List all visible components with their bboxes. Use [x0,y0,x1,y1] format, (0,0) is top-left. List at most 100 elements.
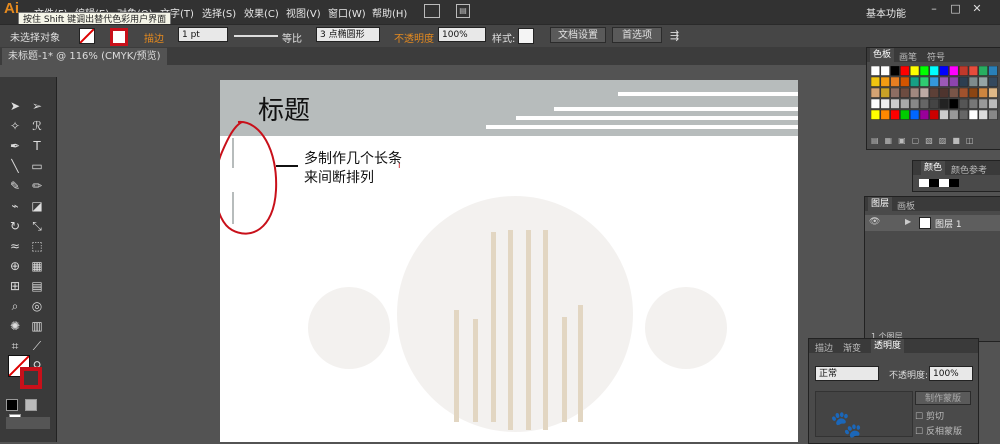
line-tool-icon[interactable]: ╲ [6,157,24,175]
layer-name[interactable]: 图层 1 [935,217,962,230]
scale-tool-icon[interactable]: ⤡ [28,217,46,235]
symbol-sprayer-icon[interactable]: ✺ [6,317,24,335]
right-circle [645,287,727,369]
tab-stroke[interactable]: 描边 [815,341,833,354]
close-button[interactable]: ✕ [968,2,986,18]
slice-tool-icon[interactable]: ⟋ [28,337,46,355]
color-swatch [939,87,949,98]
preferences-button[interactable]: 首选项 [612,27,662,43]
swatches-footer-icons[interactable]: ▤▦▣▢▧▨■◫ [871,136,997,146]
swatch-grid[interactable] [871,66,999,132]
bar [473,319,478,422]
arrange-icon[interactable]: ⇶ [670,29,679,42]
color-swatch [949,109,959,120]
none-fill-icon [80,29,94,43]
opacity-field[interactable]: 100% [438,27,486,42]
invert-mask-checkbox[interactable]: ☐ 反相蒙版 [915,424,962,437]
perspective-grid-icon[interactable]: ▦ [28,257,46,275]
fill-swatch[interactable] [79,28,95,44]
lasso-tool-icon[interactable]: ℛ [28,117,46,135]
eraser-tool-icon[interactable]: ◪ [28,197,46,215]
style-swatch[interactable] [518,28,534,44]
direct-selection-tool-icon[interactable]: ➢ [28,97,46,115]
menu-help[interactable]: 帮助(H) [372,5,407,20]
make-mask-button[interactable]: 制作蒙版 [915,391,971,405]
tab-swatches[interactable]: 色板 [870,48,895,62]
artboard[interactable]: 标题 ı 多制作几个长条来间断排列 [220,80,798,442]
color-swatch [978,98,988,109]
blob-brush-icon[interactable]: ⌁ [6,197,24,215]
stroke-weight-field[interactable]: 1 pt [178,27,228,42]
eyedropper-icon[interactable]: ⌕ [6,297,24,315]
menu-effect[interactable]: 效果(C) [244,5,279,20]
color-swatch [929,76,939,87]
color-swatch [871,109,881,120]
menu-select[interactable]: 选择(S) [202,5,236,20]
selection-tool-icon[interactable]: ➤ [6,97,24,115]
tab-gradient[interactable]: 渐变 [843,341,861,354]
rotate-tool-icon[interactable]: ↻ [6,217,24,235]
tab-artboards[interactable]: 画板 [897,199,915,212]
tab-symbols[interactable]: 符号 [927,50,945,63]
maximize-button[interactable]: □ [947,2,965,18]
brush-field[interactable]: 3 点椭圆形 [316,27,380,42]
bridge-icon[interactable] [424,4,440,18]
menu-view[interactable]: 视图(V) [286,5,321,20]
bar [526,230,531,430]
artboard-tool-icon[interactable]: ⌗ [6,337,24,355]
tab-color[interactable]: 颜色 [921,161,946,175]
color-swatches-mini[interactable] [919,179,959,187]
color-swatch [929,109,939,120]
color-mode-icon[interactable] [6,399,18,411]
stroke-box[interactable] [20,367,42,389]
blend-tool-icon[interactable]: ◎ [28,297,46,315]
tab-brushes[interactable]: 画笔 [899,50,917,63]
stroke-profile[interactable]: 等比 [282,30,302,45]
gradient-mode-icon[interactable] [24,399,37,411]
clip-checkbox[interactable]: ☐ 剪切 [915,409,944,422]
bar [562,317,567,422]
visibility-eye-icon[interactable]: 👁 [869,217,880,227]
stroke-label[interactable]: 描边 [144,30,164,45]
minimize-button[interactable]: – [925,2,943,18]
color-swatch [968,98,979,109]
annotation-loop [220,120,278,235]
arrange-documents-icon[interactable]: ▤ [456,4,470,18]
opacity-label[interactable]: 不透明度 [394,30,434,45]
stroke-swatch[interactable] [110,28,128,46]
shape-builder-icon[interactable]: ⊕ [6,257,24,275]
color-swatch [949,98,959,109]
color-swatch [919,87,930,98]
color-swatch [929,98,939,109]
document-tab[interactable]: 未标题-1* @ 116% (CMYK/预览) [2,48,167,65]
stroke-profile-line[interactable] [234,35,278,37]
gradient-tool-icon[interactable]: ▤ [28,277,46,295]
mesh-tool-icon[interactable]: ⊞ [6,277,24,295]
workspace-switcher[interactable]: 基本功能 [866,5,906,20]
color-swatch [949,76,959,87]
magic-wand-icon[interactable]: ✧ [6,117,24,135]
type-tool-icon[interactable]: T [28,137,46,155]
free-transform-icon[interactable]: ⬚ [28,237,46,255]
color-swatch [988,66,998,76]
pen-tool-icon[interactable]: ✒ [6,137,24,155]
menu-window[interactable]: 窗口(W) [328,5,366,20]
document-setup-button[interactable]: 文档设置 [550,27,606,43]
paintbrush-tool-icon[interactable]: ✎ [6,177,24,195]
color-swatch [958,109,969,120]
pencil-tool-icon[interactable]: ✏ [28,177,46,195]
tab-color-guide[interactable]: 颜色参考 [951,163,987,176]
tab-transparency[interactable]: 透明度 [871,339,905,353]
tab-layers[interactable]: 图层 [868,197,893,211]
expand-arrow-icon[interactable]: ▶ [905,217,911,226]
rectangle-tool-icon[interactable]: ▭ [28,157,46,175]
column-graph-icon[interactable]: ▥ [28,317,46,335]
color-swatch [978,109,988,120]
blend-mode-select[interactable]: 正常 [815,366,879,381]
color-swatch [880,87,890,98]
draw-modes[interactable] [6,417,50,429]
layer-row[interactable]: 👁 ▶ 图层 1 [865,215,1000,231]
warp-tool-icon[interactable]: ≈ [6,237,24,255]
color-swatch [900,98,910,109]
transparency-opacity-field[interactable]: 100% [929,366,973,381]
